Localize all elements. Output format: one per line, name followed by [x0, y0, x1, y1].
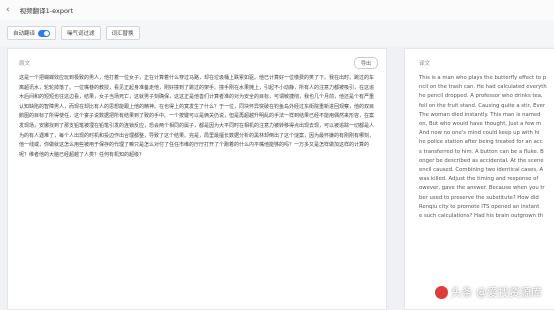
source-text-content[interactable]: 这是一个把蝴蝶效应玩到极致的男人，他打着一位女子，正在计算着什么穿过马路，却在垃… [19, 74, 374, 160]
translation-line: s transferred to him. A button can be a … [419, 148, 544, 155]
source-panel-label: 原文 [19, 61, 31, 67]
back-arrow-icon[interactable]: ‹ [6, 5, 10, 15]
translation-line: he pencil dropped. A professor who drink… [419, 93, 543, 100]
translation-panel-label: 译文 [419, 61, 431, 67]
translation-line: onger be described as accidental. At the… [419, 157, 544, 164]
watermark: 头条 @爱找资源库 [431, 284, 543, 300]
vocabulary-replace-button[interactable]: 词汇替换 [105, 26, 140, 40]
toolbar: 自动翻译 噪气词过滤 词汇替换 [0, 20, 554, 46]
translation-line: he police station after being treated fo… [419, 139, 543, 146]
filler-word-filter-button[interactable]: 噪气词过滤 [61, 26, 101, 40]
title-bar: ‹ 视频翻译1-export [0, 0, 554, 21]
auto-translate-button[interactable]: 自动翻译 [7, 26, 57, 40]
export-button[interactable]: 导出 [353, 57, 378, 69]
auto-translate-label: 自动翻译 [13, 31, 36, 37]
translation-line: on, But who would have thought, Just a f… [419, 121, 542, 128]
translation-line: owever, gave the answer. Because when yo… [419, 185, 545, 192]
watermark-text: 头条 @爱找资源库 [450, 286, 543, 299]
vocabulary-replace-label: 词汇替换 [111, 31, 134, 37]
translation-line: ncil on the trash can. He had calculated… [419, 84, 547, 91]
source-text-panel: 原文 导出 这是一个把蝴蝶效应玩到极致的男人，他打着一位女子，正在计算着什么穿过… [7, 48, 387, 310]
translation-line: This is a man who plays the butterfly ef… [419, 75, 547, 81]
translation-line: was killed. Adjust the timing and respon… [419, 176, 539, 183]
translation-line: fell on the fruit stand. Causing quite a… [419, 102, 546, 109]
translation-line: e such calculations? Had his brain outgr… [419, 213, 544, 220]
auto-translate-toggle[interactable] [38, 29, 51, 37]
translation-line: encil caused. Combining two identical ca… [419, 167, 544, 174]
translation-line: The woman died instantly. This man is na… [419, 111, 541, 118]
watermark-logo-icon [434, 285, 448, 299]
window-title: 视频翻译1-export [19, 7, 74, 15]
filler-word-filter-label: 噪气词过滤 [67, 31, 95, 37]
translation-line: And now no one's mind could keep up with… [419, 130, 540, 137]
translation-text-content[interactable]: This is a man who plays the butterfly ef… [419, 74, 554, 221]
translation-line: ber used to preserve the substitute? How… [419, 194, 539, 201]
translation-panel: 译文 This is a man who plays the butterfly… [404, 48, 554, 310]
translation-line: Renqiu city to promote ITS opened an ins… [419, 203, 540, 210]
